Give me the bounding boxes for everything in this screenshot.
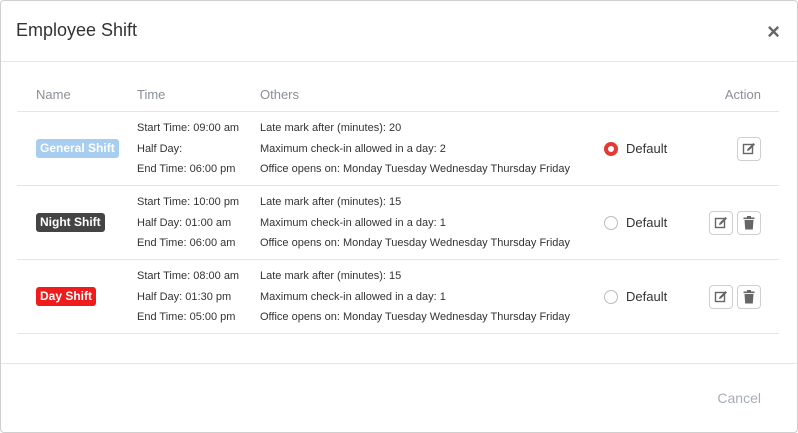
- others-cell: Late mark after (minutes): 15 Maximum ch…: [260, 269, 570, 331]
- start-time: Start Time: 08:00 am: [137, 270, 240, 282]
- delete-button[interactable]: [737, 210, 761, 235]
- default-label: Default: [626, 141, 668, 156]
- modal-footer: Cancel: [1, 363, 797, 432]
- office-opens: Office opens on: Monday Tuesday Wednesda…: [260, 163, 571, 175]
- table-row: Night Shift Start Time: 10:00 pm Half Da…: [17, 186, 779, 260]
- table-row: General Shift Start Time: 09:00 am Half …: [17, 112, 779, 186]
- end-time: End Time: 06:00 pm: [137, 163, 236, 175]
- edit-icon: [742, 142, 755, 154]
- trash-icon: [743, 289, 755, 303]
- header-action: Action: [724, 87, 761, 102]
- time-cell: Start Time: 08:00 am Half Day: 01:30 pm …: [137, 269, 239, 331]
- late-mark: Late mark after (minutes): 20: [260, 122, 402, 134]
- max-checkin: Maximum check-in allowed in a day: 1: [260, 290, 446, 303]
- header-others: Others: [260, 87, 300, 102]
- office-opens: Office opens on: Monday Tuesday Wednesda…: [260, 237, 571, 249]
- default-radio[interactable]: [604, 215, 618, 230]
- edit-button[interactable]: [709, 210, 733, 235]
- default-radio-option[interactable]: Default: [604, 186, 667, 259]
- modal-title: Employee Shift: [16, 20, 138, 40]
- action-cell: [709, 260, 761, 333]
- header-time: Time: [137, 87, 166, 102]
- default-radio-option[interactable]: Default: [604, 260, 667, 333]
- max-checkin: Maximum check-in allowed in a day: 2: [260, 142, 446, 155]
- late-mark: Late mark after (minutes): 15: [260, 196, 402, 208]
- shift-name-badge: General Shift: [36, 139, 119, 158]
- close-icon[interactable]: ×: [767, 21, 780, 43]
- others-cell: Late mark after (minutes): 20 Maximum ch…: [260, 121, 570, 183]
- time-cell: Start Time: 09:00 am Half Day: End Time:…: [137, 121, 239, 183]
- end-time: End Time: 06:00 am: [137, 237, 236, 249]
- modal-header: Employee Shift ×: [1, 1, 797, 62]
- edit-button[interactable]: [709, 284, 733, 309]
- employee-shift-modal: Employee Shift × Name Time Others Action…: [0, 0, 798, 433]
- edit-icon: [714, 290, 727, 302]
- table-row: Day Shift Start Time: 08:00 am Half Day:…: [17, 260, 779, 334]
- edit-icon: [714, 216, 727, 228]
- default-label: Default: [626, 215, 668, 230]
- half-day: Half Day: 01:30 pm: [137, 290, 232, 303]
- others-cell: Late mark after (minutes): 15 Maximum ch…: [260, 195, 570, 257]
- delete-button[interactable]: [737, 284, 761, 309]
- edit-button[interactable]: [737, 136, 761, 161]
- header-name: Name: [36, 87, 71, 102]
- office-opens: Office opens on: Monday Tuesday Wednesda…: [260, 311, 571, 323]
- late-mark: Late mark after (minutes): 15: [260, 270, 402, 282]
- default-radio[interactable]: [604, 141, 618, 156]
- max-checkin: Maximum check-in allowed in a day: 1: [260, 216, 446, 229]
- half-day: Half Day:: [137, 142, 183, 155]
- shift-name-badge: Night Shift: [36, 213, 105, 232]
- cancel-button[interactable]: Cancel: [717, 390, 761, 406]
- start-time: Start Time: 09:00 am: [137, 122, 240, 134]
- action-cell: [737, 112, 761, 185]
- start-time: Start Time: 10:00 pm: [137, 196, 240, 208]
- default-radio-option[interactable]: Default: [604, 112, 667, 185]
- shift-name-badge: Day Shift: [36, 287, 97, 306]
- half-day: Half Day: 01:00 am: [137, 216, 232, 229]
- time-cell: Start Time: 10:00 pm Half Day: 01:00 am …: [137, 195, 239, 257]
- trash-icon: [743, 215, 755, 229]
- default-radio[interactable]: [604, 289, 618, 304]
- action-cell: [709, 186, 761, 259]
- table-header: Name Time Others Action: [17, 77, 779, 112]
- end-time: End Time: 05:00 pm: [137, 311, 236, 323]
- shift-table: Name Time Others Action General Shift St…: [17, 77, 779, 334]
- default-label: Default: [626, 289, 668, 304]
